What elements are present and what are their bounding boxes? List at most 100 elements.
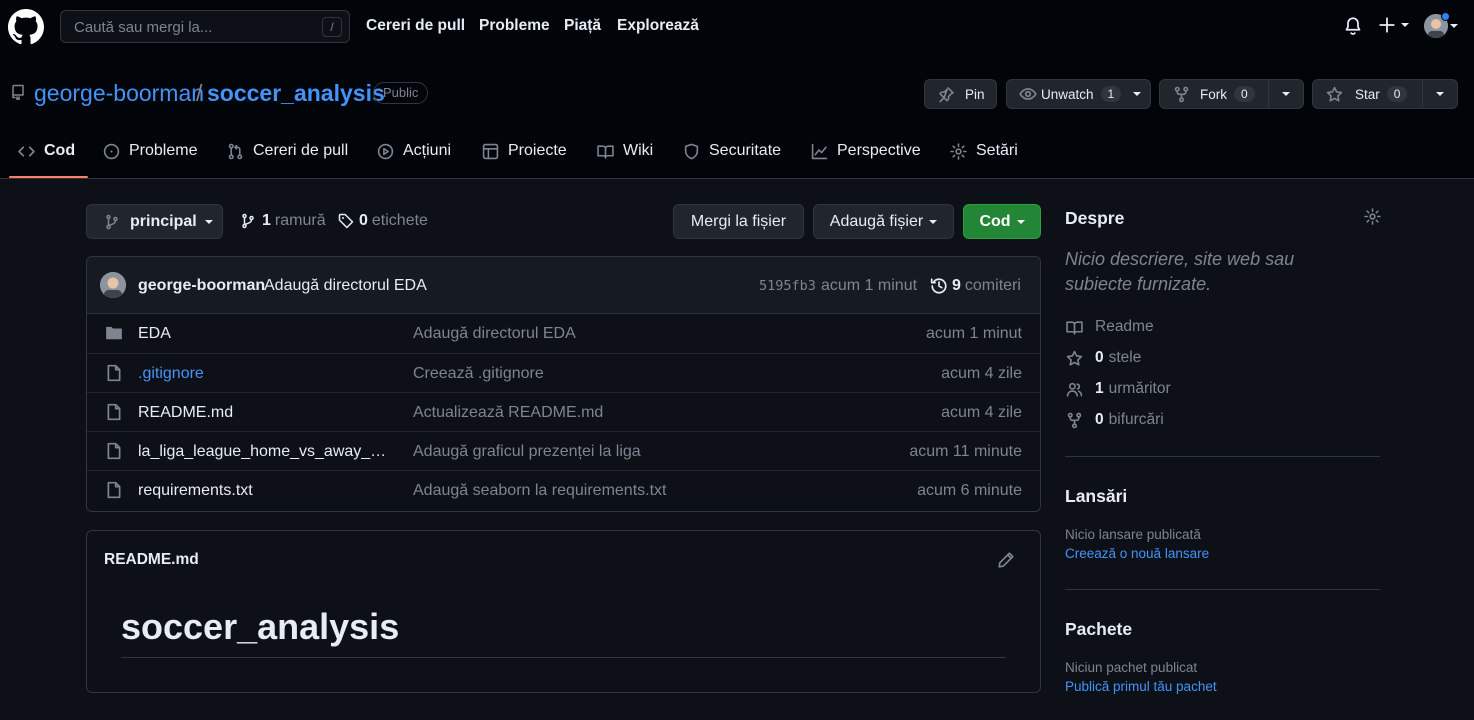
table-row[interactable]: EDA Adaugă directorul EDA acum 1 minut	[87, 314, 1040, 353]
tab-pull-requests[interactable]: Cereri de pull	[227, 142, 348, 160]
tab-issues[interactable]: Probleme	[103, 142, 197, 160]
file-commit-message[interactable]: Creează .gitignore	[413, 365, 544, 383]
divider	[121, 657, 1006, 658]
tab-settings[interactable]: Setări	[950, 142, 1018, 160]
tab-label: Cereri de pull	[253, 142, 349, 159]
branch-label: ramură	[274, 212, 326, 229]
commit-history-link[interactable]: 9 comiteri	[930, 277, 1021, 295]
forks-label: bifurcări	[1108, 411, 1164, 428]
releases-note: Nicio lansare publicată	[1065, 527, 1201, 542]
add-file-button[interactable]: Adaugă fișier	[813, 204, 954, 239]
github-logo-icon[interactable]	[8, 9, 44, 45]
tags-link[interactable]: 0 etichete	[338, 212, 428, 230]
unwatch-button[interactable]: Unwatch 1	[1006, 79, 1151, 109]
file-commit-message[interactable]: Adaugă seaborn la requirements.txt	[413, 482, 666, 500]
branch-icon	[106, 214, 118, 229]
publish-package-link[interactable]: Publică primul tău pachet	[1065, 679, 1217, 694]
repo-owner-link[interactable]: george-boorman	[34, 80, 204, 107]
tab-label: Wiki	[623, 142, 654, 159]
file-name[interactable]: README.md	[138, 404, 394, 422]
chevron-down-icon	[1133, 92, 1142, 96]
star-icon	[1326, 86, 1343, 102]
table-row[interactable]: README.md Actualizează README.md acum 4 …	[87, 392, 1040, 431]
file-name[interactable]: requirements.txt	[138, 482, 394, 500]
star-dropdown[interactable]	[1423, 80, 1457, 108]
nav-pull-requests[interactable]: Cereri de pull	[366, 17, 465, 35]
create-release-link[interactable]: Creează o nouă lansare	[1065, 546, 1209, 561]
bell-icon[interactable]	[1343, 16, 1363, 36]
tag-count: 0	[359, 212, 368, 229]
tab-actions[interactable]: Acțiuni	[377, 142, 451, 160]
tab-wiki[interactable]: Wiki	[597, 142, 653, 160]
commit-message[interactable]: Adaugă directorul EDA	[264, 277, 427, 295]
file-list: george-boorman Adaugă directorul EDA 519…	[86, 256, 1041, 512]
avatar[interactable]	[100, 272, 126, 298]
table-row[interactable]: requirements.txt Adaugă seaborn la requi…	[87, 470, 1040, 509]
chevron-down-icon[interactable]	[1450, 24, 1458, 28]
go-to-file-button[interactable]: Mergi la fișier	[673, 204, 804, 239]
tab-code[interactable]: Cod	[18, 142, 75, 160]
forks-link[interactable]: 0 bifurcări	[1066, 411, 1164, 429]
fork-button[interactable]: Fork 0	[1159, 79, 1304, 109]
branch-icon	[242, 213, 254, 229]
file-name[interactable]: .gitignore	[138, 365, 394, 383]
watchers-label: urmăritor	[1108, 380, 1171, 397]
code-button[interactable]: Cod	[963, 204, 1041, 239]
table-row[interactable]: la_liga_league_home_vs_away_att... Adaug…	[87, 431, 1040, 470]
fork-label: Fork	[1200, 86, 1227, 102]
shield-icon	[684, 143, 699, 159]
file-commit-message[interactable]: Adaugă directorul EDA	[413, 325, 576, 343]
tab-security[interactable]: Securitate	[683, 142, 781, 160]
releases-title[interactable]: Lansări	[1065, 486, 1127, 507]
forks-count: 0	[1095, 411, 1104, 428]
tab-label: Securitate	[709, 142, 782, 159]
packages-title[interactable]: Pachete	[1065, 619, 1132, 640]
watchers-link[interactable]: 1 urmăritor	[1066, 380, 1171, 398]
gear-icon[interactable]	[1364, 208, 1381, 225]
fork-dropdown[interactable]	[1269, 80, 1303, 108]
nav-marketplace[interactable]: Piață	[564, 17, 601, 35]
create-new-button[interactable]	[1378, 16, 1409, 34]
chevron-down-icon	[1401, 23, 1409, 27]
file-name[interactable]: EDA	[138, 325, 394, 343]
tab-label: Setări	[976, 142, 1018, 159]
search-input[interactable]: Caută sau mergi la... /	[60, 10, 350, 43]
branch-select-button[interactable]: principal	[86, 204, 223, 239]
commit-sha[interactable]: 5195fb3	[759, 278, 816, 294]
nav-issues[interactable]: Probleme	[479, 17, 550, 35]
pencil-icon[interactable]	[997, 551, 1015, 569]
file-name[interactable]: la_liga_league_home_vs_away_att...	[138, 443, 394, 461]
readme-link[interactable]: Readme	[1066, 318, 1154, 336]
file-commit-message[interactable]: Actualizează README.md	[413, 404, 603, 422]
star-button[interactable]: Star 0	[1312, 79, 1458, 109]
table-row[interactable]: .gitignore Creează .gitignore acum 4 zil…	[87, 353, 1040, 392]
nav-explore[interactable]: Explorează	[617, 17, 699, 35]
pin-button[interactable]: Pin	[924, 79, 997, 109]
tab-projects[interactable]: Proiecte	[482, 142, 567, 160]
stars-count: 0	[1095, 349, 1104, 366]
pin-icon	[939, 86, 954, 102]
star-icon	[1066, 350, 1083, 366]
star-label: Star	[1355, 86, 1380, 102]
play-icon	[377, 143, 394, 159]
divider	[1065, 456, 1380, 457]
file-commit-message[interactable]: Adaugă graficul prezenței la liga	[413, 443, 641, 461]
unwatch-label: Unwatch	[1041, 86, 1094, 102]
tab-label: Perspective	[837, 142, 921, 159]
add-file-label: Adaugă fișier	[829, 212, 924, 230]
chevron-down-icon	[1436, 92, 1444, 96]
file-icon	[107, 364, 121, 382]
table-icon	[482, 143, 499, 159]
tab-insights[interactable]: Perspective	[811, 142, 921, 160]
branches-link[interactable]: 1 ramură	[240, 212, 326, 230]
readme-title: README.md	[104, 551, 199, 568]
commit-author[interactable]: george-boorman	[138, 277, 265, 295]
active-tab-indicator	[9, 176, 88, 178]
repo-name-link[interactable]: soccer_analysis	[207, 80, 385, 107]
tab-label: Proiecte	[508, 142, 567, 159]
file-icon	[107, 481, 121, 499]
readme-label: Readme	[1095, 318, 1154, 335]
stars-link[interactable]: 0 stele	[1066, 349, 1141, 367]
tab-label: Cod	[44, 142, 76, 159]
file-icon	[107, 403, 121, 421]
